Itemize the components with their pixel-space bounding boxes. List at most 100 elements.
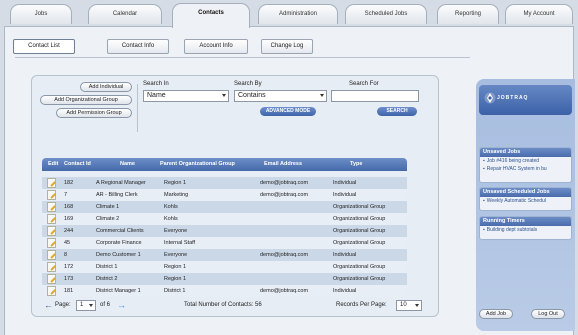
parent-group: Kohls	[164, 216, 178, 222]
subtab-account-info[interactable]: Account Info	[184, 39, 248, 54]
contact-id: 172	[64, 264, 74, 270]
tab-jobs[interactable]: Jobs	[10, 4, 72, 24]
unsaved-scheduled-jobs-section: Unsaved Scheduled Jobs ▪ Weekly Automatic…	[479, 187, 572, 211]
subtab-contact-list[interactable]: Contact List	[13, 39, 75, 54]
contact-name[interactable]: Corporate Finance	[96, 237, 162, 249]
contact-table-body: 182 A Regional Manager Region 1 demo@job…	[42, 177, 407, 297]
add-organizational-group-button[interactable]: Add Organizational Group	[40, 95, 132, 105]
table-row[interactable]: 181 District Manager 1 District 1 demo@j…	[42, 285, 407, 297]
col-email[interactable]: Email Address	[264, 158, 302, 171]
contact-type: Individual	[333, 252, 357, 258]
page-value: 1	[80, 302, 84, 308]
contact-name[interactable]: District 1	[96, 261, 162, 273]
col-contact-id[interactable]: Contact Id	[64, 158, 91, 171]
contact-name[interactable]: A Regional Manager	[96, 177, 162, 189]
tab-administration[interactable]: Administration	[258, 4, 338, 24]
unsaved-jobs-heading: Unsaved Jobs	[480, 148, 571, 157]
tab-scheduled-jobs[interactable]: Scheduled Jobs	[345, 4, 427, 24]
running-timer-label: Building dept subtotals	[486, 227, 538, 233]
contact-type: Individual	[333, 288, 357, 294]
search-in-value: Name	[147, 92, 166, 99]
table-row[interactable]: 244 Commercial Clients Everyone Organiza…	[42, 225, 407, 237]
col-parent-group[interactable]: Parent Organizational Group	[160, 158, 235, 171]
table-row[interactable]: 169 Climate 2 Kohls Organizational Group	[42, 213, 407, 225]
email-address	[260, 237, 328, 249]
chevron-down-icon	[89, 304, 93, 307]
tab-calendar[interactable]: Calendar	[88, 4, 162, 24]
edit-icon[interactable]	[47, 262, 56, 272]
email-address	[260, 225, 328, 237]
col-name[interactable]: Name	[120, 158, 135, 171]
unsaved-job-item[interactable]: ▪ Repair HVAC System in bu	[480, 165, 571, 173]
contact-type: Individual	[333, 192, 357, 198]
previous-page-arrow-icon[interactable]: ←	[44, 300, 53, 311]
table-row[interactable]: 168 Climate 1 Kohls Organizational Group	[42, 201, 407, 213]
edit-icon[interactable]	[47, 178, 56, 188]
edit-icon[interactable]	[47, 274, 56, 284]
edit-icon[interactable]	[47, 226, 56, 236]
running-timer-item[interactable]: ▪ Building dept subtotals	[480, 226, 571, 234]
col-edit[interactable]: Edit	[48, 158, 58, 171]
parent-group: Marketing	[164, 192, 189, 198]
tab-reporting[interactable]: Reporting	[437, 4, 499, 24]
tab-my-account[interactable]: My Account	[505, 4, 573, 24]
pager: ← Page: 1 of 6 → Total Number of Contact…	[44, 300, 424, 312]
edit-icon[interactable]	[47, 202, 56, 212]
unsaved-job-item[interactable]: ▪ Job #416 being created	[480, 157, 571, 165]
col-type[interactable]: Type	[350, 158, 362, 171]
search-in-select[interactable]: Name	[143, 90, 229, 102]
records-per-page-select[interactable]: 10	[396, 300, 422, 311]
unsaved-scheduled-job-item[interactable]: ▪ Weekly Automatic Schedul	[480, 197, 571, 205]
contact-name[interactable]: Climate 1	[96, 201, 162, 213]
contact-type: Individual	[333, 180, 357, 186]
add-permission-group-button[interactable]: Add Permission Group	[56, 108, 132, 118]
add-individual-button[interactable]: Add Individual	[80, 82, 132, 92]
edit-icon[interactable]	[47, 250, 56, 260]
unsaved-job-label: Repair HVAC System in bu	[486, 166, 547, 172]
table-row[interactable]: 7 AR - Billing Clerk Marketing demo@jobt…	[42, 189, 407, 201]
contact-name[interactable]: District 2	[96, 273, 162, 285]
contact-id: 7	[64, 192, 68, 198]
tab-contacts[interactable]: Contacts	[172, 3, 250, 28]
search-for-input[interactable]	[331, 90, 419, 102]
contact-name[interactable]: AR - Billing Clerk	[96, 189, 162, 201]
next-page-arrow-icon[interactable]: →	[117, 300, 126, 311]
contact-name[interactable]: Climate 2	[96, 213, 162, 225]
log-out-button[interactable]: Log Out	[531, 309, 565, 319]
table-row[interactable]: 172 District 1 Region 1 Organizational G…	[42, 261, 407, 273]
table-row[interactable]: 182 A Regional Manager Region 1 demo@job…	[42, 177, 407, 189]
table-row[interactable]: 8 Demo Customer 1 Everyone demo@jobtraq.…	[42, 249, 407, 261]
contact-name[interactable]: Demo Customer 1	[96, 249, 162, 261]
contact-name[interactable]: Commercial Clients	[96, 225, 162, 237]
email-address	[260, 261, 328, 273]
parent-group: Everyone	[164, 252, 188, 258]
contact-type: Organizational Group	[333, 216, 386, 222]
page-select[interactable]: 1	[76, 300, 96, 311]
unsaved-job-label: Job #416 being created	[486, 158, 540, 164]
edit-icon[interactable]	[47, 214, 56, 224]
jobtraq-logo: JOBTRAQ	[479, 85, 572, 115]
edit-icon[interactable]	[47, 238, 56, 248]
contact-id: 244	[64, 228, 74, 234]
table-row[interactable]: 45 Corporate Finance Internal Staff Orga…	[42, 237, 407, 249]
search-button[interactable]: SEARCH	[377, 107, 417, 116]
email-address	[260, 213, 328, 225]
edit-icon[interactable]	[47, 190, 56, 200]
subtab-divider	[15, 57, 470, 58]
page-count: of 6	[100, 302, 111, 308]
edit-icon[interactable]	[47, 286, 56, 296]
contact-name[interactable]: District Manager 1	[96, 285, 162, 297]
bullet-icon: ▪	[483, 166, 485, 172]
contact-id: 8	[64, 252, 68, 258]
email-address	[260, 201, 328, 213]
add-job-button[interactable]: Add Job	[479, 309, 513, 319]
subtab-change-log[interactable]: Change Log	[261, 39, 313, 54]
advanced-mode-button[interactable]: ADVANCED MODE	[260, 107, 316, 116]
subtab-contact-info[interactable]: Contact Info	[107, 39, 169, 54]
contact-type: Organizational Group	[333, 204, 386, 210]
search-by-select[interactable]: Contains	[234, 90, 327, 102]
search-by-value: Contains	[238, 92, 266, 99]
logo-icon	[484, 92, 496, 104]
bullet-icon: ▪	[483, 158, 485, 164]
table-row[interactable]: 173 District 2 Region 1 Organizational G…	[42, 273, 407, 285]
